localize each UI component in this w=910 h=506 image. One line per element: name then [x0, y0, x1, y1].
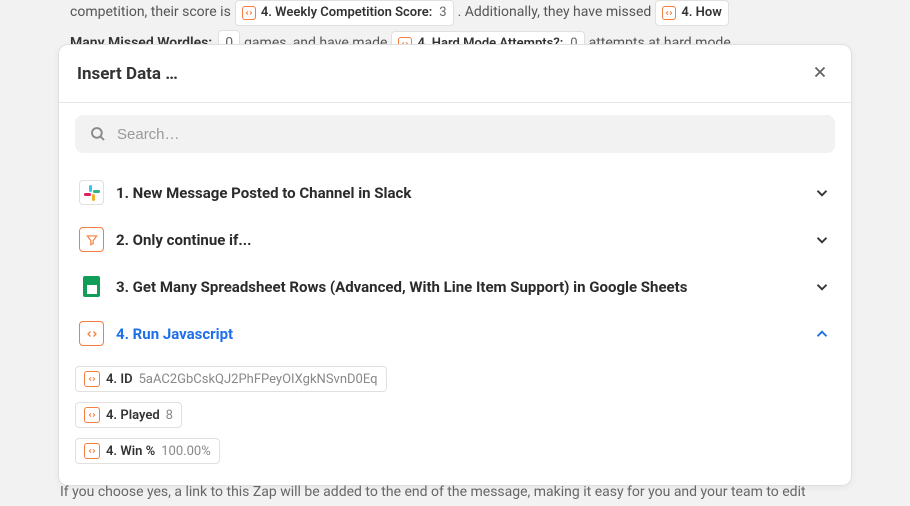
code-icon: [84, 407, 100, 423]
search-field[interactable]: [75, 115, 835, 153]
close-button[interactable]: [807, 59, 833, 88]
data-pill-how: 4. How: [655, 0, 729, 26]
code-icon: [242, 6, 256, 20]
show-all-options-link[interactable]: Show all options: [75, 469, 226, 485]
step-run-javascript[interactable]: 4. Run Javascript: [75, 310, 835, 357]
data-pill-weekly-score: 4. Weekly Competition Score: 3: [235, 0, 454, 26]
chevron-down-icon: [813, 184, 831, 202]
bg-text: competition, their score is: [70, 1, 231, 25]
chevron-up-icon: [813, 325, 831, 343]
chevron-down-icon: [813, 231, 831, 249]
step-label: 4. Run Javascript: [116, 325, 801, 343]
google-sheets-icon: [79, 274, 104, 299]
step-label: 2. Only continue if...: [116, 231, 801, 249]
bg-text: . Additionally, they have missed: [458, 1, 652, 25]
search-input[interactable]: [117, 126, 821, 143]
code-icon: [662, 6, 676, 20]
step-label: 3. Get Many Spreadsheet Rows (Advanced, …: [116, 278, 801, 296]
code-icon: [84, 371, 100, 387]
field-played[interactable]: 4. Played 8: [75, 402, 182, 428]
modal-body: 1. New Message Posted to Channel in Slac…: [59, 103, 851, 485]
close-icon: [811, 63, 829, 81]
field-id[interactable]: 4. ID 5aAC2GbCskQJ2PhFPeyOIXgkNSvnD0Eq: [75, 366, 387, 392]
chevron-down-icon: [813, 278, 831, 296]
modal-header: Insert Data …: [59, 45, 851, 103]
insert-data-modal: Insert Data … 1. New Message Posted to C…: [58, 44, 852, 486]
background-bottom-text: If you choose yes, a link to this Zap wi…: [58, 484, 852, 500]
search-icon: [89, 125, 107, 143]
step-sheets[interactable]: 3. Get Many Spreadsheet Rows (Advanced, …: [75, 263, 835, 310]
code-icon: [79, 321, 104, 346]
filter-icon: [79, 227, 104, 252]
step-slack[interactable]: 1. New Message Posted to Channel in Slac…: [75, 169, 835, 216]
field-list: 4. ID 5aAC2GbCskQJ2PhFPeyOIXgkNSvnD0Eq 4…: [75, 361, 835, 469]
slack-icon: [79, 180, 104, 205]
modal-title: Insert Data …: [77, 64, 178, 84]
code-icon: [84, 443, 100, 459]
step-filter[interactable]: 2. Only continue if...: [75, 216, 835, 263]
field-win-pct[interactable]: 4. Win % 100.00%: [75, 438, 220, 464]
step-label: 1. New Message Posted to Channel in Slac…: [116, 184, 801, 202]
